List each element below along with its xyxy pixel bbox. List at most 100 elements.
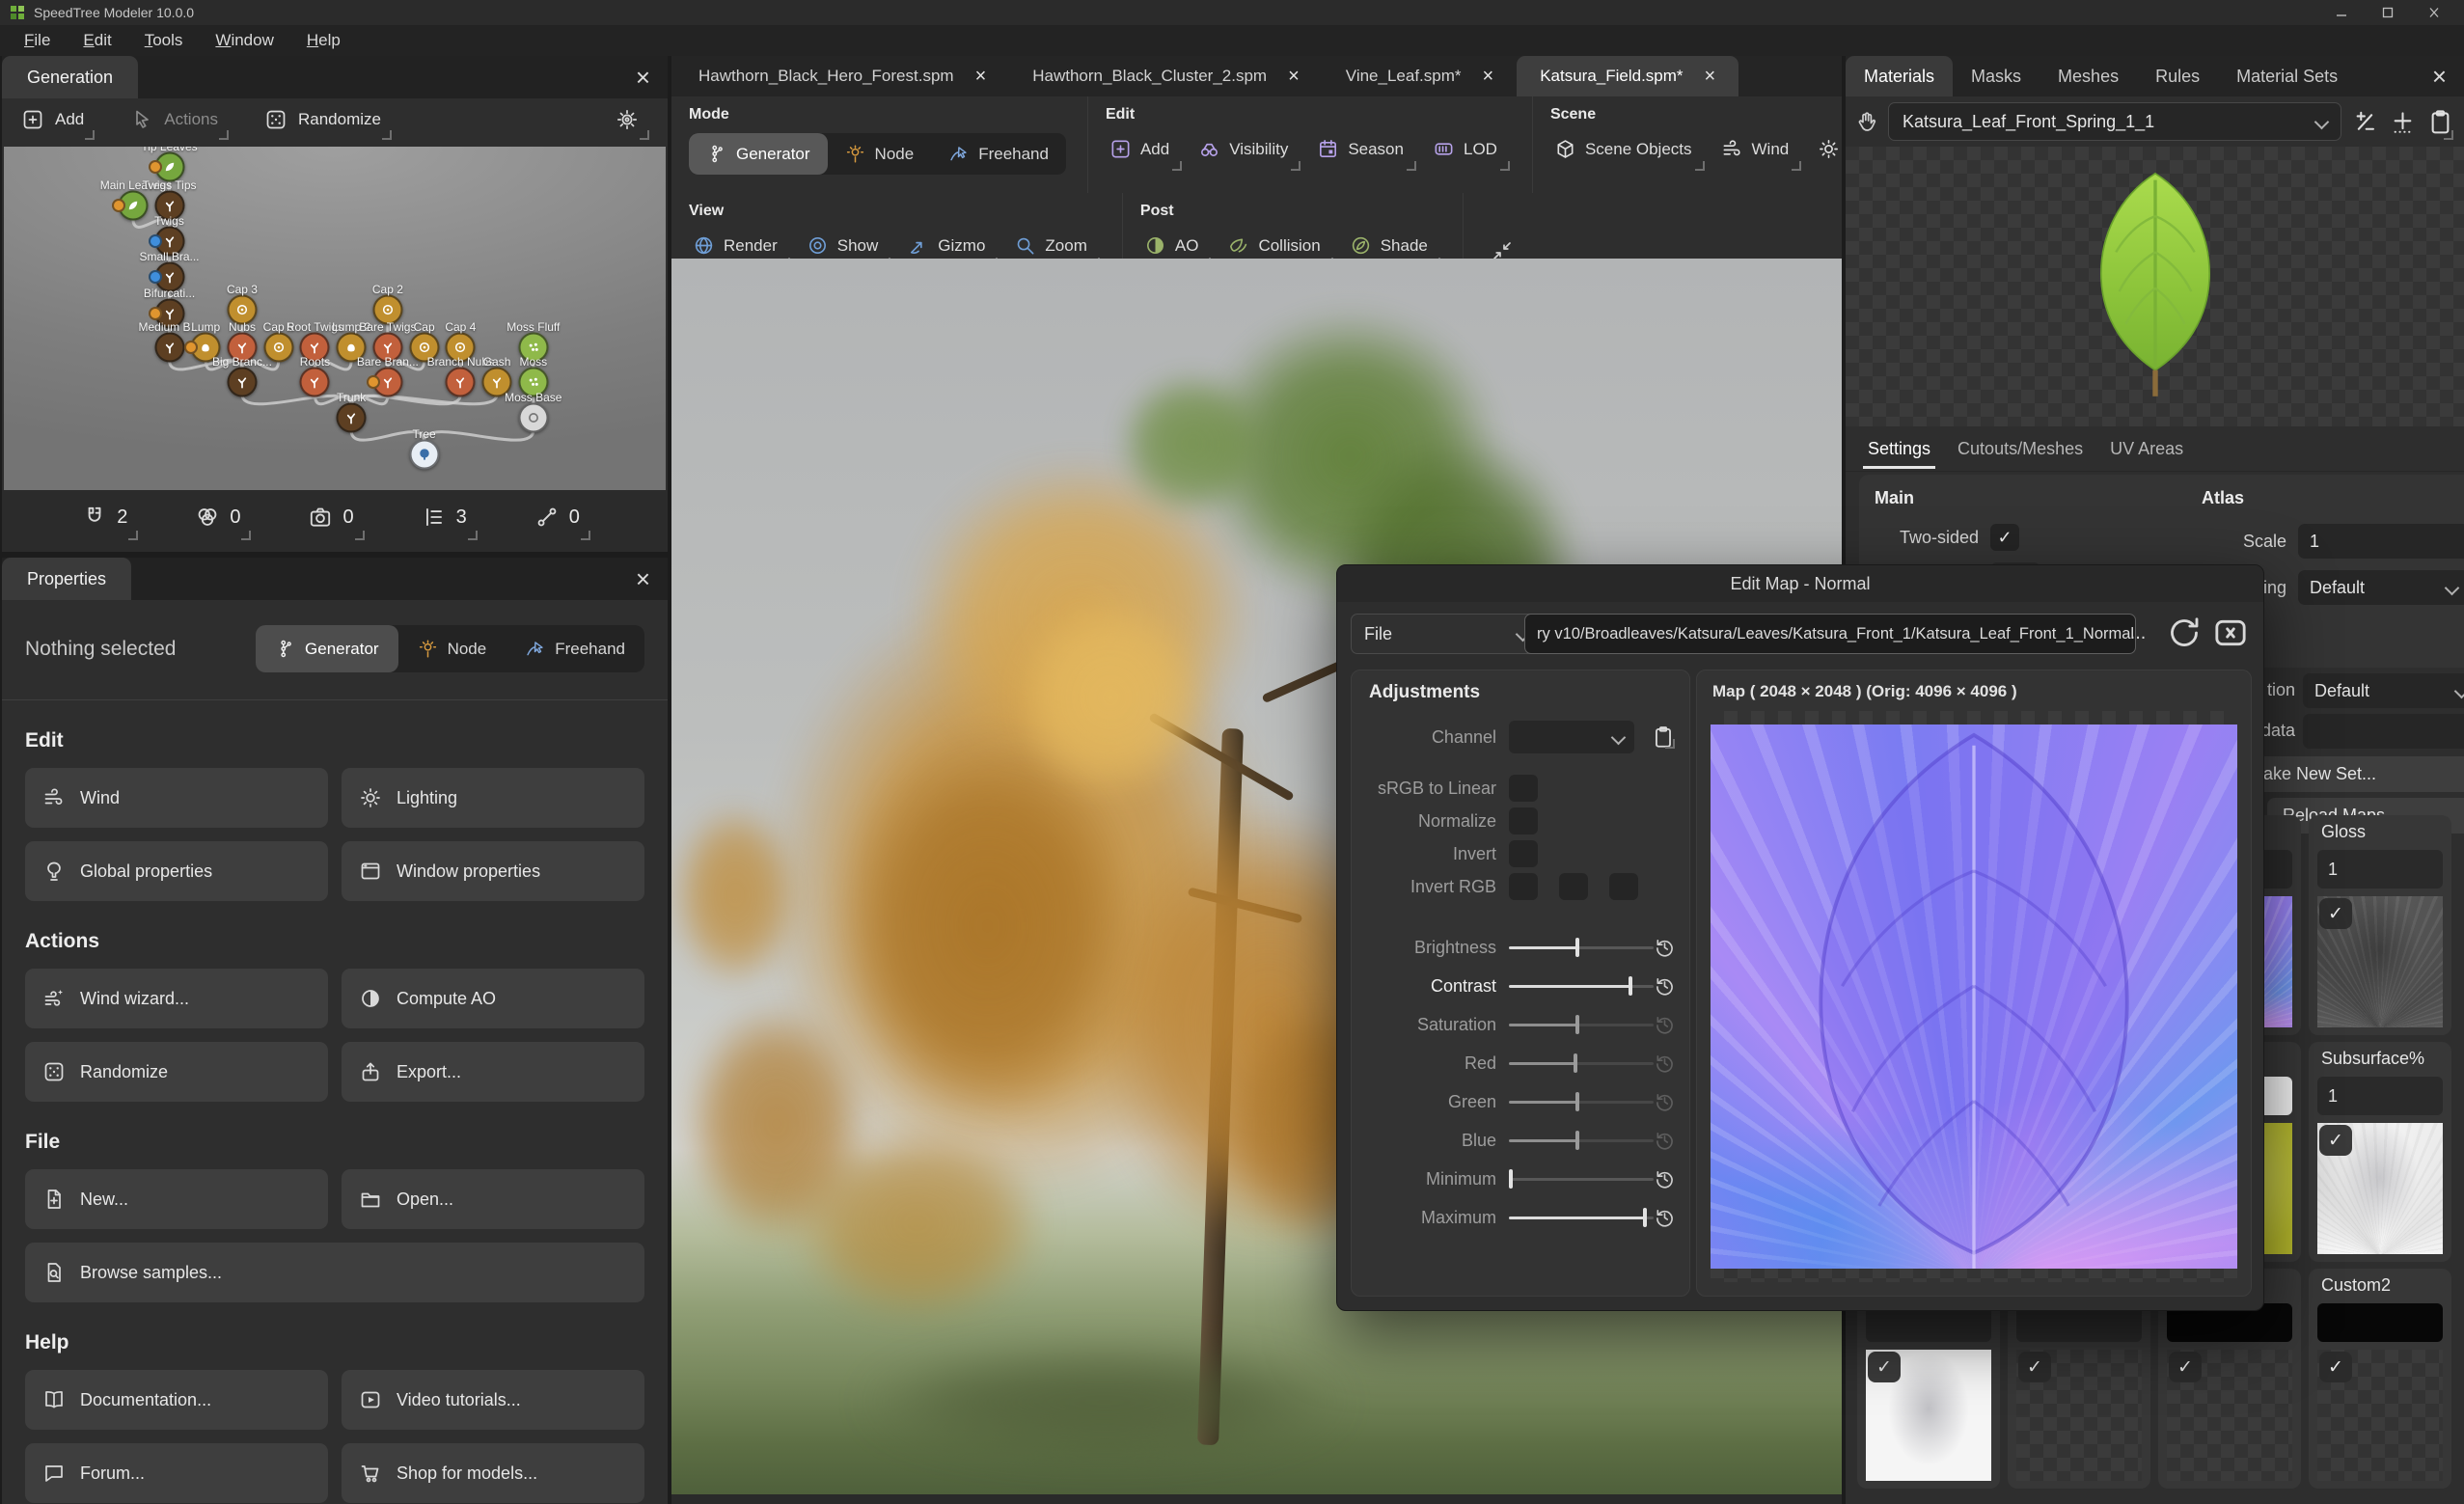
graph-settings-button[interactable] bbox=[614, 104, 650, 141]
graph-node-nubs[interactable] bbox=[227, 333, 257, 363]
randomize-button[interactable]: Randomize bbox=[262, 104, 393, 141]
stat-venn[interactable]: 0 bbox=[191, 501, 252, 541]
documentation-button[interactable]: Documentation... bbox=[25, 1370, 328, 1430]
map-enabled-checkbox[interactable] bbox=[2169, 1352, 2202, 1382]
properties-panel-tab[interactable]: Properties bbox=[2, 558, 131, 600]
graph-node-tree[interactable] bbox=[409, 439, 439, 469]
generation-close-icon[interactable] bbox=[618, 63, 668, 93]
stat-camera[interactable]: 0 bbox=[304, 501, 365, 541]
tab-close-icon[interactable] bbox=[1288, 66, 1300, 88]
menu-tools[interactable]: Tools bbox=[128, 31, 200, 50]
wind-button[interactable]: Wind bbox=[25, 768, 328, 828]
map-card-thumbnail[interactable] bbox=[2167, 1350, 2292, 1481]
dialog-title[interactable]: Edit Map - Normal bbox=[1337, 565, 2263, 602]
map-card-thumbnail[interactable] bbox=[2317, 1123, 2443, 1254]
graph-node-cap5[interactable] bbox=[263, 333, 293, 363]
graph-node-moss[interactable] bbox=[518, 367, 548, 397]
sub-tab-uv-areas[interactable]: UV Areas bbox=[2099, 430, 2194, 468]
graph-node-root_twigs[interactable] bbox=[300, 333, 330, 363]
map-source-select[interactable]: File bbox=[1351, 614, 1542, 654]
invert-rgb-checkbox[interactable] bbox=[1509, 873, 1538, 900]
mode-node[interactable]: Node bbox=[398, 625, 506, 672]
menu-window[interactable]: Window bbox=[199, 31, 289, 50]
clear-path-icon[interactable] bbox=[2211, 614, 2250, 652]
add-button[interactable]: Add bbox=[1106, 133, 1183, 172]
graph-node-big_branc[interactable] bbox=[227, 367, 257, 397]
handling-select[interactable]: Default bbox=[2298, 570, 2464, 605]
document-tab[interactable]: Hawthorn_Black_Hero_Forest.spm bbox=[675, 56, 1009, 96]
slider-brightness[interactable] bbox=[1509, 935, 1654, 960]
slider-green[interactable] bbox=[1509, 1089, 1654, 1114]
partial-select[interactable]: Default bbox=[2303, 673, 2464, 708]
graph-node-lump2[interactable] bbox=[337, 333, 367, 363]
slider-thumb[interactable] bbox=[1575, 1092, 1579, 1111]
materials-tab-materials[interactable]: Materials bbox=[1846, 56, 1953, 96]
normal-map-image[interactable] bbox=[1711, 725, 2237, 1269]
graph-node-moss_base[interactable] bbox=[518, 403, 548, 433]
reset-history-icon[interactable] bbox=[1654, 1205, 1676, 1230]
slider-thumb[interactable] bbox=[1574, 1053, 1577, 1073]
graph-node-twigs_tips[interactable] bbox=[154, 190, 184, 220]
map-enabled-checkbox[interactable] bbox=[2319, 898, 2352, 929]
slider-minimum[interactable] bbox=[1509, 1166, 1654, 1191]
mode-node[interactable]: Node bbox=[828, 133, 932, 175]
sub-tab-settings[interactable]: Settings bbox=[1857, 430, 1941, 468]
tab-close-icon[interactable] bbox=[1483, 66, 1494, 88]
menu-edit[interactable]: Edit bbox=[67, 31, 127, 50]
map-card-value[interactable]: 1 bbox=[2317, 1077, 2443, 1115]
map-card-gloss[interactable]: Gloss1 bbox=[2309, 815, 2451, 1035]
slider-thumb[interactable] bbox=[1575, 1015, 1579, 1034]
season-button[interactable]: Season bbox=[1313, 133, 1417, 172]
refresh-icon[interactable] bbox=[2165, 614, 2204, 652]
slider-contrast[interactable] bbox=[1509, 973, 1654, 998]
map-card-value[interactable] bbox=[2317, 1303, 2443, 1342]
compute-ao-button[interactable]: Compute AO bbox=[342, 969, 644, 1028]
generation-panel-tab[interactable]: Generation bbox=[2, 56, 138, 98]
graph-node-roots[interactable] bbox=[300, 367, 330, 397]
add-material-icon[interactable] bbox=[2389, 102, 2417, 141]
mode-generator[interactable]: Generator bbox=[256, 625, 398, 672]
slider-maximum[interactable] bbox=[1509, 1205, 1654, 1230]
reset-history-icon[interactable] bbox=[1654, 1089, 1676, 1114]
reset-history-icon[interactable] bbox=[1654, 973, 1676, 998]
close-button[interactable] bbox=[2427, 7, 2441, 18]
channel-select[interactable] bbox=[1509, 721, 1634, 753]
map-card-custom2[interactable]: Custom2 bbox=[2309, 1269, 2451, 1489]
make-new-set-button[interactable]: Make New Set... bbox=[2233, 756, 2464, 792]
mode-freehand[interactable]: Freehand bbox=[931, 133, 1066, 175]
slider-thumb[interactable] bbox=[1575, 938, 1579, 957]
two-sided-checkbox[interactable] bbox=[1990, 524, 2019, 551]
map-enabled-checkbox[interactable] bbox=[2018, 1352, 2051, 1382]
global-properties-button[interactable]: Global properties bbox=[25, 841, 328, 901]
graph-node-branch_nubs[interactable] bbox=[446, 367, 476, 397]
reset-history-icon[interactable] bbox=[1654, 1051, 1676, 1076]
reset-history-icon[interactable] bbox=[1654, 935, 1676, 960]
materials-close-icon[interactable] bbox=[2415, 62, 2464, 92]
map-path-input[interactable]: ry v10/Broadleaves/Katsura/Leaves/Katsur… bbox=[1524, 614, 2136, 654]
partial-input[interactable] bbox=[2303, 714, 2464, 749]
maximize-button[interactable] bbox=[2381, 7, 2395, 18]
minimize-button[interactable] bbox=[2335, 7, 2348, 18]
slider-saturation[interactable] bbox=[1509, 1012, 1654, 1037]
map-enabled-checkbox[interactable] bbox=[2319, 1352, 2352, 1382]
invert-rgb-checkbox[interactable] bbox=[1609, 873, 1638, 900]
mode-generator[interactable]: Generator bbox=[689, 133, 828, 175]
stat-list[interactable]: 3 bbox=[418, 501, 479, 541]
materials-tab-material-sets[interactable]: Material Sets bbox=[2218, 56, 2356, 96]
document-tab[interactable]: Hawthorn_Black_Cluster_2.spm bbox=[1009, 56, 1323, 96]
clipboard-icon[interactable] bbox=[2426, 102, 2454, 141]
slider-thumb[interactable] bbox=[1629, 976, 1632, 996]
open-button[interactable]: Open... bbox=[342, 1169, 644, 1229]
shop-for-models-button[interactable]: Shop for models... bbox=[342, 1443, 644, 1503]
slider-blue[interactable] bbox=[1509, 1128, 1654, 1153]
map-card-thumbnail[interactable] bbox=[2317, 896, 2443, 1027]
reset-history-icon[interactable] bbox=[1654, 1166, 1676, 1191]
visibility-button[interactable]: Visibility bbox=[1194, 133, 1301, 172]
map-card-value[interactable]: 1 bbox=[2317, 850, 2443, 889]
video-tutorials-button[interactable]: Video tutorials... bbox=[342, 1370, 644, 1430]
new-button[interactable]: New... bbox=[25, 1169, 328, 1229]
pan-hand-icon[interactable] bbox=[1855, 110, 1878, 133]
export-button[interactable]: Export... bbox=[342, 1042, 644, 1102]
generation-graph-canvas[interactable]: Tip LeavesMain LeavesTwigs TipsTwigsSmal… bbox=[4, 147, 666, 490]
properties-close-icon[interactable] bbox=[618, 564, 668, 594]
